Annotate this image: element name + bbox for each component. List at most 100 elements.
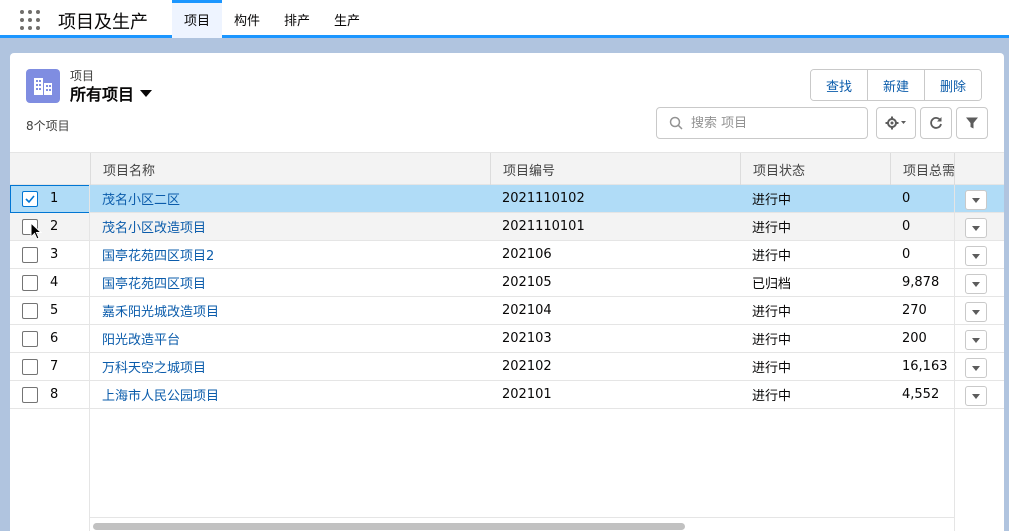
project-total: 16,163	[902, 359, 948, 374]
project-status: 进行中	[752, 305, 792, 320]
column-header-code[interactable]: 项目编号	[490, 153, 740, 185]
refresh-icon	[930, 117, 942, 129]
row-number: 8	[50, 387, 59, 402]
project-total: 0	[902, 247, 911, 262]
row-actions-dropdown[interactable]	[965, 302, 987, 322]
tab-production[interactable]: 生产	[322, 0, 372, 38]
row-number: 4	[50, 275, 59, 290]
row-number: 5	[50, 303, 59, 318]
row-actions-dropdown[interactable]	[965, 190, 987, 210]
column-header-total[interactable]: 项目总需	[890, 153, 954, 185]
row-actions-dropdown[interactable]	[965, 330, 987, 350]
project-name-link[interactable]: 阳光改造平台	[90, 325, 490, 352]
project-code: 202104	[502, 303, 552, 318]
project-name-link[interactable]: 上海市人民公园项目	[90, 381, 490, 408]
row-number: 7	[50, 359, 59, 374]
row-number: 6	[50, 331, 59, 346]
column-header-name[interactable]: 项目名称	[90, 153, 490, 185]
project-code: 202102	[502, 359, 552, 374]
project-name-link[interactable]: 茂名小区改造项目	[90, 213, 490, 240]
list-view-selector[interactable]: 所有项目	[70, 81, 153, 105]
project-name-link[interactable]: 万科天空之城项目	[90, 353, 490, 380]
row-checkbox[interactable]	[22, 275, 38, 291]
project-status: 进行中	[752, 249, 792, 264]
row-number: 3	[50, 247, 59, 262]
tab-projects[interactable]: 项目	[172, 0, 223, 38]
project-total: 200	[902, 331, 927, 346]
row-actions-dropdown[interactable]	[965, 358, 987, 378]
project-code: 202105	[502, 275, 552, 290]
project-code: 202103	[502, 331, 552, 346]
refresh-button[interactable]	[920, 107, 952, 139]
column-header-actions	[954, 153, 1004, 185]
tab-scheduling[interactable]: 排产	[272, 0, 322, 38]
project-name-link[interactable]: 嘉禾阳光城改造项目	[90, 297, 490, 324]
project-total: 0	[902, 219, 911, 234]
table-row[interactable]: 3 国亭花苑四区项目2 202106 进行中 0	[10, 241, 1004, 269]
project-status: 进行中	[752, 193, 792, 208]
app-launcher-icon[interactable]	[20, 10, 40, 30]
new-button[interactable]: 新建	[868, 70, 926, 100]
delete-button[interactable]: 删除	[925, 70, 982, 100]
project-status: 已归档	[752, 277, 792, 292]
project-name-link[interactable]: 国亭花苑四区项目	[90, 269, 490, 296]
project-name-link[interactable]: 茂名小区二区	[90, 185, 490, 212]
row-checkbox[interactable]	[22, 303, 38, 319]
table-row[interactable]: 5 嘉禾阳光城改造项目 202104 进行中 270	[10, 297, 1004, 325]
search-icon	[669, 116, 683, 130]
find-button[interactable]: 查找	[811, 70, 869, 100]
filter-button[interactable]	[956, 107, 988, 139]
project-code: 2021110101	[502, 219, 585, 234]
focus-frame	[10, 185, 90, 213]
app-name: 项目及生产	[58, 12, 148, 33]
list-settings-button[interactable]	[876, 107, 916, 139]
project-code: 2021110102	[502, 191, 585, 206]
table-row[interactable]: 1 茂名小区二区 2021110102 进行中 0	[10, 185, 1004, 213]
horizontal-scrollbar[interactable]	[90, 517, 954, 531]
row-number: 2	[50, 219, 59, 234]
gear-icon	[885, 116, 906, 130]
list-view-title: 所有项目	[70, 85, 135, 104]
table-row[interactable]: 2 茂名小区改造项目 2021110101 进行中 0	[10, 213, 1004, 241]
row-checkbox[interactable]	[22, 359, 38, 375]
global-nav: 项目及生产 项目 构件 排产 生产	[0, 0, 1009, 38]
project-total: 9,878	[902, 275, 940, 290]
table-row[interactable]: 6 阳光改造平台 202103 进行中 200	[10, 325, 1004, 353]
record-count: 8个项目	[26, 119, 70, 133]
row-checkbox[interactable]	[22, 331, 38, 347]
row-checkbox[interactable]	[22, 387, 38, 403]
building-icon	[26, 69, 60, 103]
row-actions-dropdown[interactable]	[965, 274, 987, 294]
table-header: 项目名称 项目编号 项目状态 项目总需	[10, 152, 1004, 185]
table-row[interactable]: 7 万科天空之城项目 202102 进行中 16,163	[10, 353, 1004, 381]
project-status: 进行中	[752, 333, 792, 348]
column-divider	[954, 185, 955, 531]
table-row[interactable]: 8 上海市人民公园项目 202101 进行中 4,552	[10, 381, 1004, 409]
row-actions-dropdown[interactable]	[965, 246, 987, 266]
row-actions-dropdown[interactable]	[965, 386, 987, 406]
project-code: 202106	[502, 247, 552, 262]
project-code: 202101	[502, 387, 552, 402]
project-name-link[interactable]: 国亭花苑四区项目2	[90, 241, 490, 268]
search-box	[656, 107, 868, 139]
scrollbar-thumb[interactable]	[93, 523, 685, 530]
project-status: 进行中	[752, 221, 792, 236]
column-divider	[89, 185, 90, 531]
project-status: 进行中	[752, 389, 792, 404]
mouse-cursor-icon	[30, 222, 42, 240]
column-header-status[interactable]: 项目状态	[740, 153, 890, 185]
project-total: 4,552	[902, 387, 940, 402]
nav-tabs: 项目 构件 排产 生产	[172, 0, 372, 38]
list-view-card: 项目 所有项目 8个项目 查找 新建 删除 搜索 项目 项目名称 项目编号 项目…	[10, 53, 1004, 531]
row-checkbox[interactable]	[22, 247, 38, 263]
caret-down-icon	[140, 89, 153, 97]
row-actions-dropdown[interactable]	[965, 218, 987, 238]
project-total: 270	[902, 303, 927, 318]
project-total: 0	[902, 191, 911, 206]
filter-icon	[966, 117, 978, 129]
table-row[interactable]: 4 国亭花苑四区项目 202105 已归档 9,878	[10, 269, 1004, 297]
search-input[interactable]	[691, 115, 861, 131]
tab-components[interactable]: 构件	[222, 0, 272, 38]
project-status: 进行中	[752, 361, 792, 376]
action-buttons: 查找 新建 删除	[810, 69, 983, 101]
